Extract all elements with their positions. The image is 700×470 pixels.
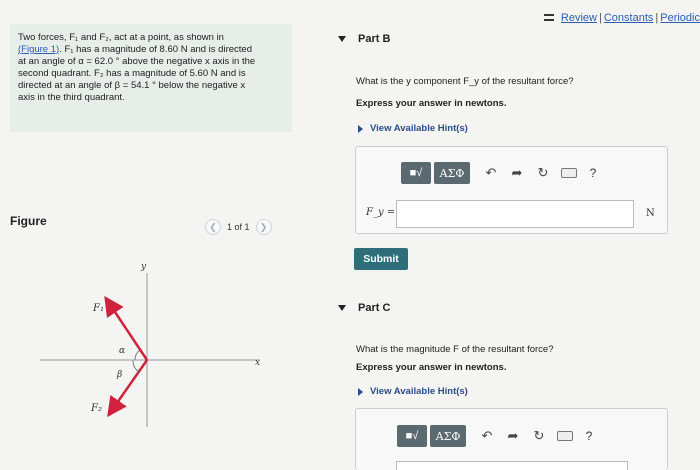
- part-c-question: What is the magnitude F of the resultant…: [356, 344, 554, 355]
- alpha-arc: [134, 349, 141, 361]
- x-axis-label: x: [255, 358, 260, 368]
- top-links-bar: Review | Constants | Periodic: [543, 12, 700, 24]
- part-b-toggle[interactable]: Part B: [338, 33, 390, 45]
- prev-figure-button[interactable]: ❮: [205, 219, 221, 235]
- part-b-question: What is the y component F_y of the resul…: [356, 76, 574, 87]
- redo-icon[interactable]: ➦: [504, 165, 530, 181]
- y-axis-label: y: [140, 262, 147, 272]
- f1-label: F₁: [92, 303, 104, 314]
- caret-right-icon: [358, 387, 363, 396]
- part-c-title: Part C: [358, 302, 391, 314]
- part-c-toggle[interactable]: Part C: [338, 302, 390, 314]
- part-c-math-toolbar: ■√ AΣΦ ↶ ➦ ↻ ?: [397, 425, 600, 447]
- template-button[interactable]: ■√: [401, 162, 431, 184]
- part-c-instruction: Express your answer in newtons.: [356, 362, 507, 373]
- problem-line-4: second quadrant. F₂ has a magnitude of 5…: [18, 68, 246, 79]
- undo-icon[interactable]: ↶: [474, 428, 500, 444]
- problem-line-2: . F₁ has a magnitude of 8.60 N and is di…: [59, 44, 252, 55]
- part-b-title: Part B: [358, 33, 391, 45]
- undo-icon[interactable]: ↶: [478, 165, 504, 181]
- beta-label: β: [116, 370, 122, 380]
- part-b-hints-label: View Available Hint(s): [370, 123, 468, 134]
- part-c-answer-panel: ■√ AΣΦ ↶ ➦ ↻ ?: [355, 408, 668, 470]
- problem-line-6: axis in the third quadrant.: [18, 92, 125, 103]
- figure-page-count: 1 of 1: [227, 222, 250, 232]
- caret-right-icon: [358, 124, 363, 133]
- figure-heading: Figure: [10, 214, 47, 228]
- collapse-triangle-icon: [338, 305, 346, 311]
- problem-line-5: directed at an angle of β = 54.1 ° below…: [18, 80, 246, 91]
- part-b-hints-link[interactable]: View Available Hint(s): [358, 123, 468, 134]
- periodic-table-link[interactable]: Periodic: [660, 12, 700, 24]
- force-f2-arrow: [107, 359, 149, 418]
- greek-symbols-button[interactable]: AΣΦ: [430, 425, 466, 447]
- part-b-math-toolbar: ■√ AΣΦ ↶ ➦ ↻ ?: [401, 162, 604, 184]
- constants-link[interactable]: Constants: [604, 12, 654, 24]
- part-b-instruction: Express your answer in newtons.: [356, 98, 507, 109]
- f2-label: F₂: [90, 403, 102, 414]
- keyboard-icon[interactable]: [556, 166, 582, 181]
- reset-icon[interactable]: ↻: [526, 428, 552, 444]
- unit-label: N: [646, 208, 655, 219]
- force-diagram: x y α β F₁ F₂: [40, 262, 260, 427]
- fy-answer-input[interactable]: [396, 200, 634, 228]
- problem-statement: Two forces, F₁ and F₂, act at a point, a…: [10, 24, 292, 132]
- keyboard-icon[interactable]: [552, 429, 578, 444]
- part-c-hints-link[interactable]: View Available Hint(s): [358, 386, 468, 397]
- problem-line-3: at an angle of α = 62.0 ° above the nega…: [18, 56, 256, 67]
- help-button[interactable]: ?: [582, 166, 604, 180]
- part-c-hints-label: View Available Hint(s): [370, 386, 468, 397]
- help-button[interactable]: ?: [578, 429, 600, 443]
- greek-symbols-button[interactable]: AΣΦ: [434, 162, 470, 184]
- beta-arc: [132, 359, 140, 373]
- submit-button[interactable]: Submit: [354, 248, 408, 270]
- collapse-triangle-icon: [338, 36, 346, 42]
- template-icon: ■√: [409, 167, 423, 179]
- reset-icon[interactable]: ↻: [530, 165, 556, 181]
- menu-grip-icon: [543, 14, 554, 21]
- problem-line-1: Two forces, F₁ and F₂, act at a point, a…: [18, 32, 224, 43]
- force-f1-arrow: [104, 295, 149, 361]
- part-b-answer-panel: ■√ AΣΦ ↶ ➦ ↻ ? F_y = N: [355, 146, 668, 234]
- review-link[interactable]: Review: [561, 12, 597, 24]
- figure-pager: ❮ 1 of 1 ❯: [205, 219, 272, 235]
- magnitude-answer-input[interactable]: [396, 461, 628, 470]
- figure-link[interactable]: (Figure 1): [18, 44, 59, 55]
- answer-label: F_y =: [366, 207, 396, 218]
- next-figure-button[interactable]: ❯: [255, 219, 272, 235]
- template-button[interactable]: ■√: [397, 425, 427, 447]
- template-icon: ■√: [405, 430, 419, 442]
- redo-icon[interactable]: ➦: [500, 428, 526, 444]
- alpha-label: α: [119, 346, 125, 356]
